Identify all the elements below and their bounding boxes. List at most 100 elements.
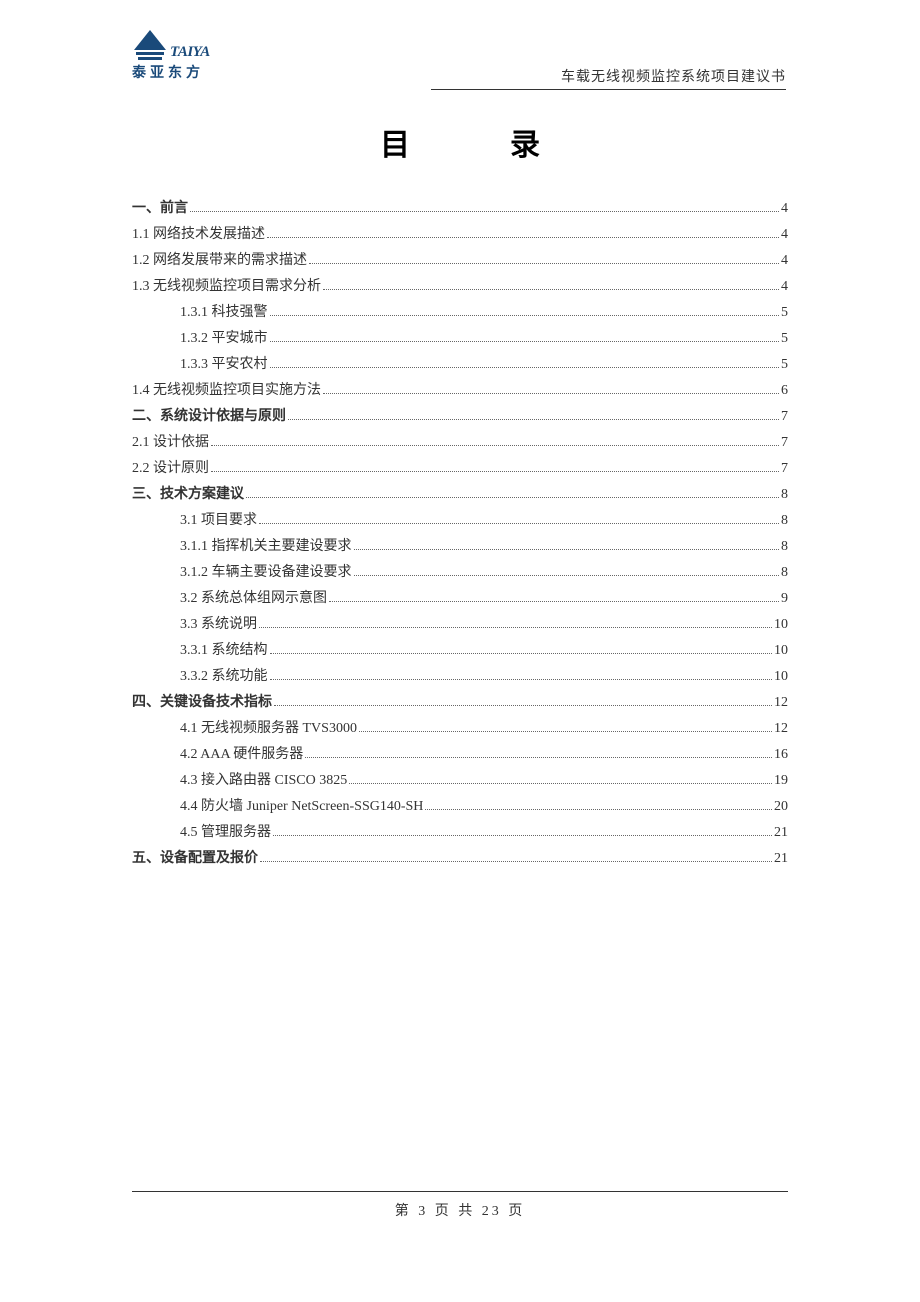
- toc-entry-label: 4.3 接入路由器 CISCO 3825: [180, 770, 347, 791]
- toc-entry-label: 1.2 网络发展带来的需求描述: [132, 250, 307, 271]
- toc-leader-dots: [190, 211, 779, 212]
- toc-entry-label: 1.3.2 平安城市: [180, 328, 268, 349]
- toc-entry[interactable]: 4.4 防火墙 Juniper NetScreen-SSG140-SH 20: [132, 796, 788, 817]
- toc-entry[interactable]: 2.1 设计依据 7: [132, 432, 788, 453]
- toc-entry-page: 19: [774, 770, 788, 791]
- toc-entry-page: 4: [781, 276, 788, 297]
- toc-entry[interactable]: 3.3.2 系统功能10: [132, 666, 788, 687]
- toc-entry-page: 7: [781, 458, 788, 479]
- toc-entry-label: 4.4 防火墙 Juniper NetScreen-SSG140-SH: [180, 796, 423, 817]
- table-of-contents: 一、前言41.1 网络技术发展描述41.2 网络发展带来的需求描述41.3 无线…: [132, 198, 788, 874]
- toc-leader-dots: [273, 835, 772, 836]
- toc-entry-page: 5: [781, 328, 788, 349]
- toc-entry[interactable]: 一、前言 4: [132, 198, 788, 219]
- toc-leader-dots: [270, 315, 780, 316]
- toc-entry-page: 6: [781, 380, 788, 401]
- toc-leader-dots: [329, 601, 779, 602]
- toc-entry[interactable]: 3.3.1 系统结构10: [132, 640, 788, 661]
- toc-leader-dots: [246, 497, 779, 498]
- toc-leader-dots: [354, 575, 780, 576]
- toc-entry-page: 7: [781, 406, 788, 427]
- toc-entry-page: 7: [781, 432, 788, 453]
- toc-leader-dots: [270, 341, 780, 342]
- toc-entry-page: 5: [781, 302, 788, 323]
- toc-entry[interactable]: 五、设备配置及报价21: [132, 848, 788, 869]
- toc-entry[interactable]: 三、技术方案建议 8: [132, 484, 788, 505]
- toc-entry-label: 3.3 系统说明: [180, 614, 257, 635]
- toc-entry-label: 三、技术方案建议: [132, 484, 244, 505]
- toc-entry[interactable]: 二、系统设计依据与原则 7: [132, 406, 788, 427]
- logo-triangle-icon: [132, 28, 168, 64]
- toc-leader-dots: [211, 471, 779, 472]
- toc-entry-page: 8: [781, 536, 788, 557]
- toc-entry[interactable]: 3.3 系统说明10: [132, 614, 788, 635]
- toc-entry-page: 21: [774, 848, 788, 869]
- toc-entry-label: 1.3.3 平安农村: [180, 354, 268, 375]
- toc-entry[interactable]: 1.3.3 平安农村 5: [132, 354, 788, 375]
- toc-entry-page: 10: [774, 666, 788, 687]
- toc-entry[interactable]: 4.5 管理服务器21: [132, 822, 788, 843]
- toc-entry-label: 1.3.1 科技强警: [180, 302, 268, 323]
- toc-entry-page: 21: [774, 822, 788, 843]
- toc-leader-dots: [259, 627, 772, 628]
- toc-entry-page: 10: [774, 640, 788, 661]
- toc-entry-label: 1.4 无线视频监控项目实施方法: [132, 380, 321, 401]
- toc-entry[interactable]: 1.3 无线视频监控项目需求分析4: [132, 276, 788, 297]
- toc-entry[interactable]: 1.1 网络技术发展描述4: [132, 224, 788, 245]
- toc-leader-dots: [259, 523, 779, 524]
- toc-entry-page: 4: [781, 224, 788, 245]
- title-char-1: 目: [380, 129, 410, 162]
- toc-entry-page: 12: [774, 718, 788, 739]
- toc-leader-dots: [270, 653, 773, 654]
- toc-entry[interactable]: 3.1.2 车辆主要设备建设要求 8: [132, 562, 788, 583]
- toc-entry-label: 四、关键设备技术指标: [132, 692, 272, 713]
- toc-entry[interactable]: 1.2 网络发展带来的需求描述4: [132, 250, 788, 271]
- toc-entry-page: 16: [774, 744, 788, 765]
- toc-leader-dots: [425, 809, 772, 810]
- toc-entry[interactable]: 4.3 接入路由器 CISCO 3825 19: [132, 770, 788, 791]
- toc-leader-dots: [267, 237, 779, 238]
- toc-entry[interactable]: 4.2 AAA 硬件服务器 16: [132, 744, 788, 765]
- toc-leader-dots: [359, 731, 772, 732]
- toc-entry-page: 8: [781, 484, 788, 505]
- toc-entry-page: 20: [774, 796, 788, 817]
- toc-entry-page: 12: [774, 692, 788, 713]
- toc-leader-dots: [260, 861, 772, 862]
- logo-brand-cn: 泰亚东方: [132, 62, 204, 82]
- toc-entry-page: 9: [781, 588, 788, 609]
- toc-leader-dots: [288, 419, 779, 420]
- toc-entry-label: 4.1 无线视频服务器 TVS3000: [180, 718, 357, 739]
- toc-entry[interactable]: 1.4 无线视频监控项目实施方法 6: [132, 380, 788, 401]
- toc-leader-dots: [274, 705, 772, 706]
- page-title: 目录: [0, 120, 920, 164]
- toc-entry-label: 一、前言: [132, 198, 188, 219]
- toc-leader-dots: [309, 263, 779, 264]
- toc-entry-label: 4.2 AAA 硬件服务器: [180, 744, 303, 765]
- toc-leader-dots: [270, 367, 780, 368]
- toc-entry[interactable]: 2.2 设计原则7: [132, 458, 788, 479]
- toc-entry-page: 4: [781, 198, 788, 219]
- toc-entry-page: 5: [781, 354, 788, 375]
- toc-leader-dots: [270, 679, 773, 680]
- logo-brand-text: TAIYA: [170, 44, 210, 61]
- toc-leader-dots: [305, 757, 772, 758]
- toc-entry-label: 3.2 系统总体组网示意图: [180, 588, 327, 609]
- toc-entry-page: 8: [781, 510, 788, 531]
- toc-leader-dots: [211, 445, 779, 446]
- toc-entry[interactable]: 3.1 项目要求8: [132, 510, 788, 531]
- company-logo: TAIYA 泰亚东方: [132, 28, 232, 76]
- toc-entry-label: 二、系统设计依据与原则: [132, 406, 286, 427]
- toc-entry[interactable]: 3.1.1 指挥机关主要建设要求8: [132, 536, 788, 557]
- toc-entry[interactable]: 四、关键设备技术指标 12: [132, 692, 788, 713]
- document-subtitle: 车载无线视频监控系统项目建议书: [431, 66, 786, 90]
- toc-leader-dots: [323, 393, 779, 394]
- toc-entry[interactable]: 1.3.2 平安城市 5: [132, 328, 788, 349]
- toc-entry-page: 8: [781, 562, 788, 583]
- toc-leader-dots: [323, 289, 779, 290]
- page-number: 第 3 页 共 23 页: [0, 1200, 920, 1220]
- toc-entry-label: 2.1 设计依据: [132, 432, 209, 453]
- toc-entry[interactable]: 4.1 无线视频服务器 TVS3000 12: [132, 718, 788, 739]
- toc-entry[interactable]: 1.3.1 科技强警 5: [132, 302, 788, 323]
- toc-entry[interactable]: 3.2 系统总体组网示意图 9: [132, 588, 788, 609]
- toc-entry-label: 3.1.2 车辆主要设备建设要求: [180, 562, 352, 583]
